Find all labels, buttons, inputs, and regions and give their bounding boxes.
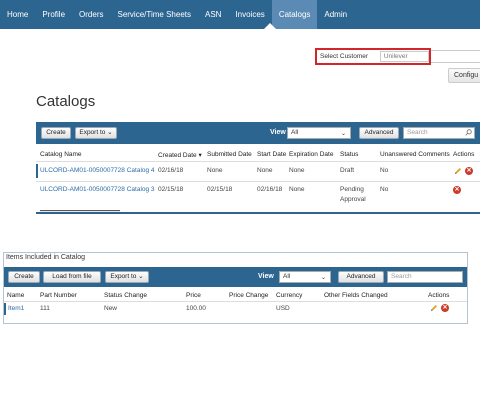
catalog-name-link[interactable]: ULCORD-AM01-0050007728 Catalog 4 <box>40 167 155 174</box>
select-customer-dropdown[interactable] <box>431 50 480 63</box>
pencil-icon[interactable] <box>454 167 462 175</box>
item-price: 100.00 <box>186 305 206 312</box>
nav-home[interactable]: Home <box>0 0 35 29</box>
select-customer-input[interactable]: Unilever <box>379 51 429 62</box>
view-label: View <box>270 129 286 136</box>
screenshot-edge <box>36 212 480 214</box>
items-view-select[interactable]: All ⌄ <box>279 271 331 283</box>
col-status[interactable]: Status <box>340 151 358 158</box>
submitted-date: 02/15/18 <box>207 186 233 193</box>
col-unanswered-comments[interactable]: Unanswered Comments <box>380 151 450 158</box>
nav-asn[interactable]: ASN <box>198 0 228 29</box>
items-search-placeholder: Search <box>391 273 412 280</box>
col-catalog-name[interactable]: Catalog Name <box>40 151 82 158</box>
view-select[interactable]: All ⌄ <box>287 127 351 139</box>
col-created-date[interactable]: Created Date ▾ <box>158 151 202 159</box>
nav-catalogs[interactable]: Catalogs <box>271 0 318 29</box>
expiration-date: None <box>289 186 305 193</box>
start-date: 02/16/18 <box>257 186 283 193</box>
chevron-down-icon: ⌄ <box>320 275 326 281</box>
nav-orders[interactable]: Orders <box>72 0 110 29</box>
created-date: 02/15/18 <box>158 186 184 193</box>
col-start-date[interactable]: Start Date <box>257 151 286 158</box>
search-input[interactable]: Search <box>403 127 475 139</box>
advanced-button[interactable]: Advanced <box>359 127 399 139</box>
items-create-button[interactable]: Create <box>8 271 40 283</box>
col-currency[interactable]: Currency <box>276 292 302 299</box>
page-title: Catalogs <box>36 93 96 110</box>
col-submitted-date[interactable]: Submitted Date <box>207 151 252 158</box>
items-panel <box>3 252 468 324</box>
submitted-date: None <box>207 167 223 174</box>
select-customer-label: Select Customer <box>320 53 369 60</box>
item-currency: USD <box>276 305 290 312</box>
search-placeholder: Search <box>407 129 428 136</box>
export-to-button[interactable]: Export to ⌄ <box>75 127 117 139</box>
view-select-value: All <box>291 129 299 136</box>
item-row-marker <box>4 303 6 315</box>
items-advanced-button[interactable]: Advanced <box>338 271 384 283</box>
create-button[interactable]: Create <box>41 127 71 139</box>
col-name[interactable]: Name <box>7 292 24 299</box>
created-date: 02/16/18 <box>158 167 184 174</box>
col-price-change[interactable]: Price Change <box>229 292 268 299</box>
col-expiration-date[interactable]: Expiration Date <box>289 151 333 158</box>
search-icon[interactable] <box>465 129 472 136</box>
item-status-change: New <box>104 305 118 312</box>
items-view-label: View <box>258 273 274 280</box>
col-item-actions: Actions <box>428 292 450 299</box>
nav-profile[interactable]: Profile <box>35 0 72 29</box>
items-search-input[interactable]: Search <box>387 271 463 283</box>
header-divider <box>36 161 480 162</box>
top-nav: Home Profile Orders Service/Time Sheets … <box>0 0 480 29</box>
pencil-icon[interactable] <box>430 304 438 312</box>
nav-service-time-sheets[interactable]: Service/Time Sheets <box>110 0 198 29</box>
start-date: None <box>257 167 273 174</box>
items-export-to-button[interactable]: Export to ⌄ <box>105 271 149 283</box>
item-part-number: 111 <box>40 305 50 312</box>
chevron-down-icon: ⌄ <box>340 131 346 137</box>
expiration-date: None <box>289 167 305 174</box>
unanswered-comments: No <box>380 186 389 193</box>
row-selected-marker <box>36 164 38 178</box>
close-circle-icon[interactable]: ✕ <box>453 186 461 194</box>
item-name-link[interactable]: Item1 <box>8 305 24 312</box>
load-from-file-button[interactable]: Load from file <box>43 271 101 283</box>
nav-admin[interactable]: Admin <box>317 0 354 29</box>
col-status-change[interactable]: Status Change <box>104 292 147 299</box>
configure-button[interactable]: Configu <box>448 68 480 83</box>
close-circle-icon[interactable]: ✕ <box>465 167 473 175</box>
items-view-select-value: All <box>283 273 291 280</box>
close-circle-icon[interactable]: ✕ <box>441 304 449 312</box>
unanswered-comments: No <box>380 167 389 174</box>
col-other-fields-changed[interactable]: Other Fields Changed <box>324 292 388 299</box>
col-price[interactable]: Price <box>186 292 201 299</box>
active-tab-caret <box>264 23 276 29</box>
items-header-divider <box>4 301 467 302</box>
status: Draft <box>340 167 355 174</box>
catalog-name-link[interactable]: ULCORD-AM01-0050007728 Catalog 3 <box>40 186 155 193</box>
col-part-number[interactable]: Part Number <box>40 292 77 299</box>
status-line-2: Approval <box>340 196 366 203</box>
select-customer-highlight: Select Customer Unilever <box>315 48 431 65</box>
row-divider <box>36 181 480 182</box>
col-actions: Actions <box>453 151 475 158</box>
items-panel-title: Items Included in Catalog <box>6 254 85 261</box>
status: Pending <box>340 186 364 193</box>
